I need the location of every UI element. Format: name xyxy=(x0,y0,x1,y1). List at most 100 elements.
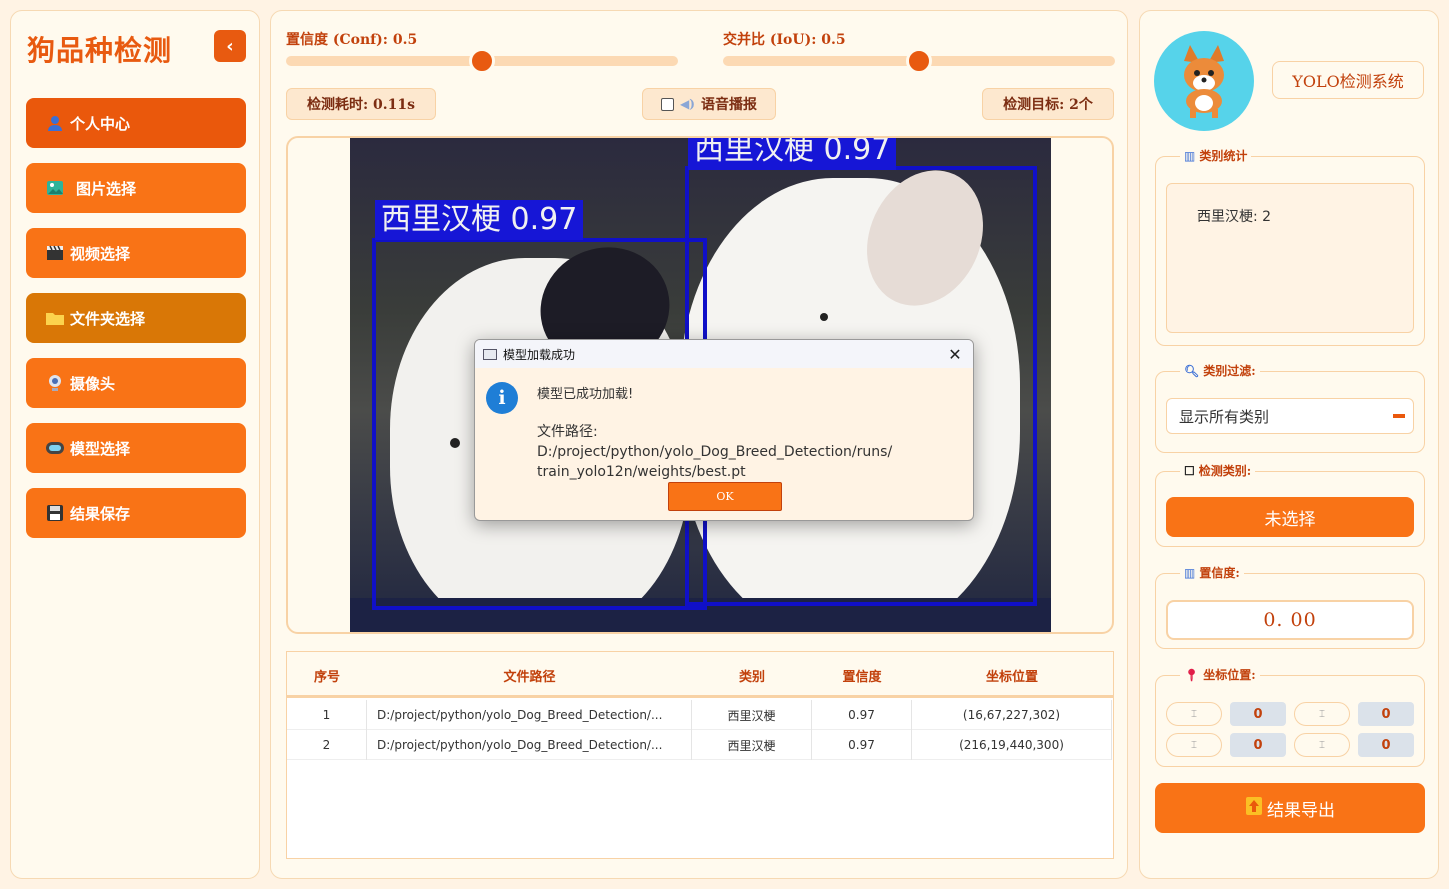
nav-label: 结果保存 xyxy=(70,504,131,523)
nav-label: 视频选择 xyxy=(70,244,131,263)
clapperboard-icon xyxy=(44,245,66,261)
iou-slider[interactable] xyxy=(723,48,1115,74)
group-title-text: 置信度: xyxy=(1199,566,1240,580)
class-filter-select[interactable]: 显示所有类别 xyxy=(1166,398,1414,434)
export-results-button[interactable]: 结果导出 xyxy=(1155,783,1425,833)
voice-toggle[interactable]: ◀) 语音播报 xyxy=(642,88,776,120)
app-title: 狗品种检测 xyxy=(27,34,173,67)
table-row[interactable]: 2 D:/project/python/yolo_Dog_Breed_Detec… xyxy=(287,730,1112,760)
col-header[interactable]: 序号 xyxy=(287,652,367,698)
nav-video-select[interactable]: 视频选择 xyxy=(26,228,246,278)
export-label: 结果导出 xyxy=(1267,800,1335,821)
close-icon[interactable]: ✕ xyxy=(945,344,965,364)
collapse-sidebar-button[interactable]: ‹ xyxy=(214,30,246,62)
info-icon: i xyxy=(486,382,518,414)
table-row[interactable]: 1 D:/project/python/yolo_Dog_Breed_Detec… xyxy=(287,700,1112,730)
nav-camera[interactable]: 摄像头 xyxy=(26,358,246,408)
cell-path: D:/project/python/yolo_Dog_Breed_Detecti… xyxy=(367,730,692,760)
system-name-badge: YOLO检测系统 xyxy=(1272,61,1424,99)
cell-path: D:/project/python/yolo_Dog_Breed_Detecti… xyxy=(367,700,692,730)
conf-slider[interactable] xyxy=(286,48,678,74)
group-title: ▥ 类别统计 xyxy=(1180,147,1252,164)
xmin-value: 0 xyxy=(1230,702,1286,726)
xmin-label: ⌶ xyxy=(1166,702,1222,726)
detection-label: 西里汉梗 0.97 xyxy=(688,138,897,170)
cell-class: 西里汉梗 xyxy=(692,730,812,760)
nav-label: 文件夹选择 xyxy=(70,309,146,328)
nav-save-results[interactable]: 结果保存 xyxy=(26,488,246,538)
class-filter-group: 🔍︎ 类别过滤: 显示所有类别 xyxy=(1155,362,1425,453)
checkbox-icon: ☐ xyxy=(1184,463,1195,478)
detection-time-text: 检测耗时: 0.11s xyxy=(306,97,416,113)
model-loaded-dialog: 模型加载成功 ✕ i 模型已成功加载! 文件路径: D:/project/pyt… xyxy=(474,339,974,521)
cell-confidence: 0.97 xyxy=(812,700,912,730)
cell-confidence: 0.97 xyxy=(812,730,912,760)
cell-class: 西里汉梗 xyxy=(692,700,812,730)
nav-label: 个人中心 xyxy=(70,114,131,133)
detection-count: 检测目标: 2个 xyxy=(982,88,1114,120)
xmax-value: 0 xyxy=(1230,733,1286,757)
col-header[interactable]: 坐标位置 xyxy=(912,652,1112,698)
group-title: ▥ 置信度: xyxy=(1180,564,1244,581)
group-title-text: 坐标位置: xyxy=(1203,668,1256,682)
confidence-value: 0. 00 xyxy=(1166,600,1414,640)
nav-folder-select[interactable]: 文件夹选择 xyxy=(26,293,246,343)
detect-class-button[interactable]: 未选择 xyxy=(1166,497,1414,537)
bar-chart-icon: ▥ xyxy=(1184,565,1196,580)
results-table: 序号 文件路径 类别 置信度 坐标位置 1 D:/project/python/… xyxy=(286,651,1114,859)
iou-slider-handle[interactable] xyxy=(906,48,932,74)
floppy-icon xyxy=(44,504,66,522)
dialog-title: 模型加载成功 xyxy=(503,347,576,362)
dialog-path-line: train_yolo12n/weights/best.pt xyxy=(537,464,746,480)
webcam-icon xyxy=(44,374,66,392)
group-title: 📍︎ 坐标位置: xyxy=(1180,666,1260,683)
ymin-label: ⌶ xyxy=(1294,702,1350,726)
cell-coords: (16,67,227,302) xyxy=(912,700,1112,730)
avatar xyxy=(1154,31,1254,131)
voice-checkbox[interactable] xyxy=(661,97,675,111)
iou-label: 交并比 (IoU): 0.5 xyxy=(723,32,846,48)
cell-index: 1 xyxy=(287,700,367,730)
cell-coords: (216,19,440,300) xyxy=(912,730,1112,760)
ok-button[interactable]: OK xyxy=(668,482,782,511)
xmax-label: ⌶ xyxy=(1166,733,1222,757)
info-panel: YOLO检测系统 ▥ 类别统计 西里汉梗: 2 🔍︎ 类别过滤: 显示所有类别 … xyxy=(1139,10,1439,879)
group-title-text: 检测类别: xyxy=(1198,464,1252,478)
col-header[interactable]: 类别 xyxy=(692,652,812,698)
pin-icon: 📍︎ xyxy=(1184,667,1200,682)
nav-model-select[interactable]: 模型选择 xyxy=(26,423,246,473)
search-icon: 🔍︎ xyxy=(1184,363,1200,378)
detection-count-text: 检测目标: 2个 xyxy=(1003,97,1093,113)
model-icon xyxy=(44,440,66,456)
voice-label: 语音播报 xyxy=(700,97,757,113)
window-icon xyxy=(483,348,497,360)
col-header[interactable]: 文件路径 xyxy=(367,652,692,698)
cell-index: 2 xyxy=(287,730,367,760)
dialog-path-line: 文件路径: D:/project/python/yolo_Dog_Breed_D… xyxy=(537,424,893,460)
bar-chart-icon: ▥ xyxy=(1184,148,1196,163)
select-value: 显示所有类别 xyxy=(1179,407,1270,426)
detect-class-group: ☐ 检测类别: 未选择 xyxy=(1155,462,1425,547)
dialog-path: 文件路径: D:/project/python/yolo_Dog_Breed_D… xyxy=(537,422,957,482)
group-title: 🔍︎ 类别过滤: xyxy=(1180,362,1260,379)
conf-label: 置信度 (Conf): 0.5 xyxy=(286,32,418,48)
chevron-left-icon: ‹ xyxy=(226,35,234,57)
group-title-text: 类别过滤: xyxy=(1203,364,1256,378)
folder-icon xyxy=(44,310,66,326)
sidebar: 狗品种检测 ‹ 个人中心 图片选择 视频选择 文件夹选择 摄像头 模型选择 结果… xyxy=(10,10,260,879)
class-stats-text: 西里汉梗: 2 xyxy=(1166,183,1414,333)
col-header[interactable]: 置信度 xyxy=(812,652,912,698)
dropdown-icon xyxy=(1393,414,1405,418)
conf-slider-handle[interactable] xyxy=(469,48,495,74)
dialog-message: 模型已成功加载! xyxy=(537,387,634,402)
detection-label: 西里汉梗 0.97 xyxy=(375,200,584,240)
dialog-titlebar[interactable]: 模型加载成功 ✕ xyxy=(475,340,973,368)
speaker-icon: ◀) xyxy=(680,97,695,111)
table-header: 序号 文件路径 类别 置信度 坐标位置 xyxy=(287,652,1113,698)
nav-image-select[interactable]: 图片选择 xyxy=(26,163,246,213)
user-icon xyxy=(44,114,66,132)
nav-personal-center[interactable]: 个人中心 xyxy=(26,98,246,148)
confidence-group: ▥ 置信度: 0. 00 xyxy=(1155,564,1425,649)
nav-label: 摄像头 xyxy=(70,374,116,393)
detection-time: 检测耗时: 0.11s xyxy=(286,88,436,120)
